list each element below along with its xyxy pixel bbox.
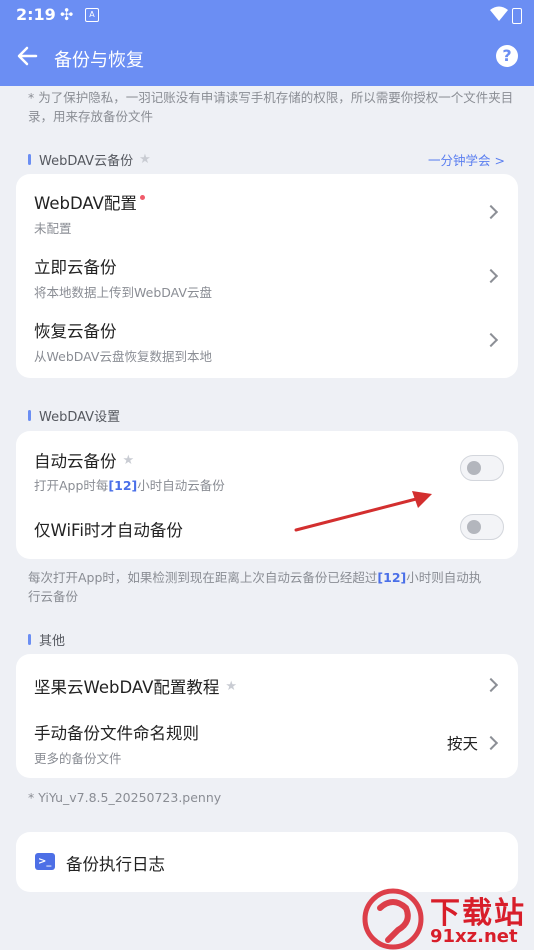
section-webdav-backup: WebDAV云备份 ★	[28, 150, 151, 169]
chevron-right-icon	[483, 735, 499, 751]
sync-status-icon: ✣	[60, 5, 74, 24]
row-title: 自动云备份	[34, 452, 117, 471]
watermark-emblem-icon	[362, 888, 424, 950]
auto-backup-note: 每次打开App时，如果检测到现在距离上次自动云备份已经超过[12]小时则自动执 …	[28, 570, 482, 604]
webdav-backup-card: WebDAV配置 未配置 立即云备份 将本地数据上传到WebDAV云盘 恢复云备…	[16, 174, 518, 378]
row-title: 立即云备份	[34, 258, 117, 277]
restore-backup-row[interactable]: 恢复云备份 从WebDAV云盘恢复数据到本地	[16, 304, 518, 368]
row-subtitle: 打开App时每[12]小时自动云备份	[34, 478, 225, 493]
wifi-only-row: 仅WiFi时才自动备份	[16, 497, 518, 557]
chevron-right-icon	[483, 204, 499, 220]
app-bar: 备份与恢复 ?	[0, 30, 534, 86]
section-title: 其他	[39, 634, 66, 649]
version-text: * YiYu_v7.8.5_20250723.penny	[28, 790, 222, 805]
naming-rule-value: 按天	[446, 735, 478, 753]
backup-now-row[interactable]: 立即云备份 将本地数据上传到WebDAV云盘	[16, 240, 518, 304]
auto-backup-toggle[interactable]	[460, 455, 504, 481]
notification-icon: A	[85, 8, 99, 22]
chevron-right-icon	[483, 268, 499, 284]
row-title: 手动备份文件命名规则	[34, 724, 199, 743]
row-title: 恢复云备份	[34, 322, 117, 341]
star-icon[interactable]: ★	[123, 453, 135, 468]
annotation-arrow	[294, 491, 432, 532]
row-subtitle: 将本地数据上传到WebDAV云盘	[34, 285, 212, 300]
section-title: WebDAV云备份	[39, 154, 134, 169]
watermark-logo: 下载站 91xz.net	[362, 888, 532, 950]
wifi-only-toggle[interactable]	[460, 514, 504, 540]
section-webdav-settings: WebDAV设置	[28, 406, 120, 425]
row-title: WebDAV配置	[34, 194, 137, 213]
back-arrow-icon[interactable]	[14, 42, 42, 70]
chevron-right-icon	[483, 332, 499, 348]
row-title: 仅WiFi时才自动备份	[34, 521, 183, 540]
privacy-note: * 为了保护隐私，一羽记账没有申请读写手机存储的权限，所以需要你授权一个文件夹目…	[28, 90, 514, 124]
jianguoyun-tutorial-row[interactable]: 坚果云WebDAV配置教程 ★	[16, 654, 518, 714]
section-other: 其他	[28, 630, 65, 649]
section-title: WebDAV设置	[39, 410, 121, 425]
webdav-settings-card: 自动云备份 ★ 打开App时每[12]小时自动云备份 仅WiFi时才自动备份	[16, 431, 518, 559]
unconfigured-dot	[139, 194, 145, 200]
row-subtitle: 从WebDAV云盘恢复数据到本地	[34, 349, 212, 364]
naming-rule-row[interactable]: 手动备份文件命名规则 更多的备份文件 按天	[16, 714, 518, 778]
learn-link[interactable]: 一分钟学会 >	[428, 150, 505, 169]
terminal-icon: >_	[35, 853, 55, 870]
star-icon[interactable]: ★	[225, 679, 237, 694]
other-card: 坚果云WebDAV配置教程 ★ 手动备份文件命名规则 更多的备份文件 按天	[16, 654, 518, 778]
chevron-right-icon	[483, 677, 499, 693]
page-title: 备份与恢复	[54, 50, 144, 71]
wifi-icon	[490, 6, 508, 21]
battery-icon	[512, 8, 522, 24]
auto-backup-row: 自动云备份 ★ 打开App时每[12]小时自动云备份	[16, 431, 518, 497]
webdav-config-row[interactable]: WebDAV配置 未配置	[16, 174, 518, 240]
status-bar: 2:19 ✣ A	[0, 0, 534, 30]
row-subtitle: 未配置	[34, 221, 72, 236]
star-icon[interactable]: ★	[139, 152, 151, 167]
backup-log-title: 备份执行日志	[66, 855, 165, 874]
help-icon[interactable]: ?	[496, 45, 518, 67]
status-time: 2:19	[16, 5, 56, 24]
watermark-text-bottom: 91xz.net	[430, 926, 518, 947]
row-title: 坚果云WebDAV配置教程	[34, 678, 220, 697]
backup-log-card[interactable]: >_ 备份执行日志	[16, 832, 518, 892]
row-subtitle: 更多的备份文件	[34, 751, 122, 766]
